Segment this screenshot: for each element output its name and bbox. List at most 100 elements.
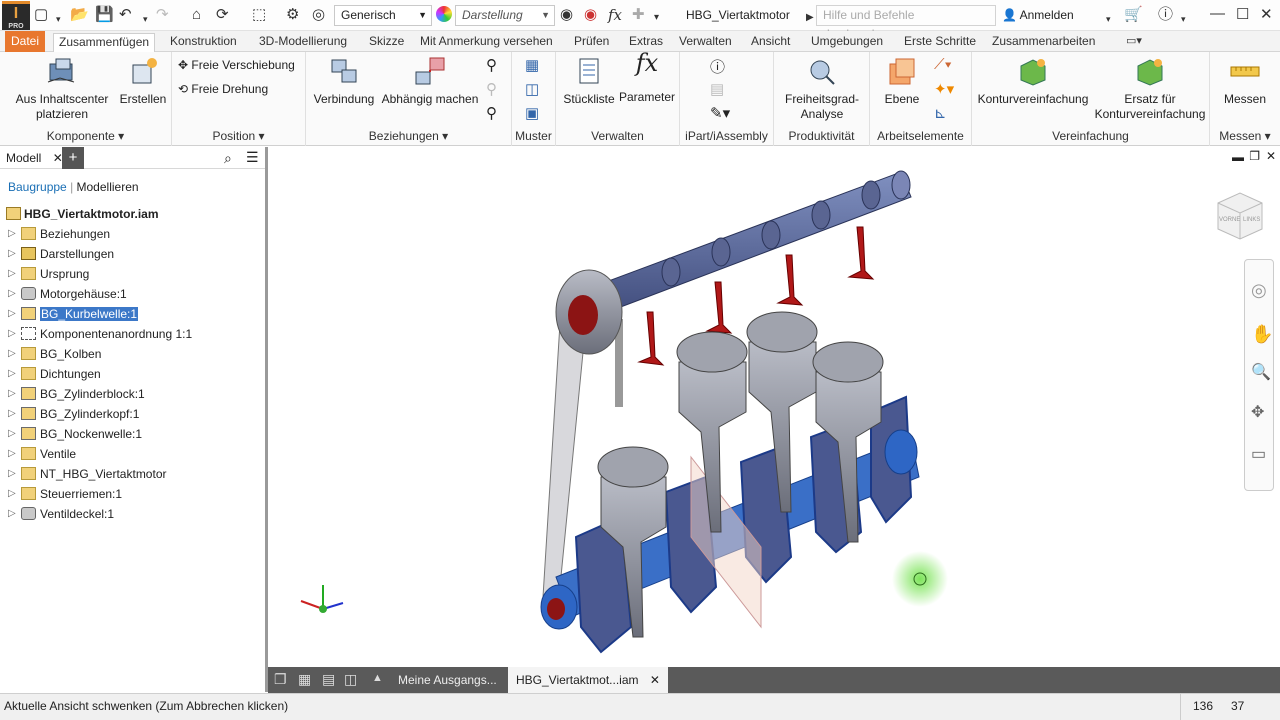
customize-qat-icon[interactable]: ▾ xyxy=(654,9,659,27)
vertical-split-icon[interactable]: ◫ xyxy=(344,671,357,688)
tree-node[interactable]: ▷ Beziehungen xyxy=(4,224,262,244)
help-search-input[interactable]: Hilfe und Befehle durchsuchen... xyxy=(816,5,996,41)
ipart-edit-icon[interactable]: ✎▾ xyxy=(710,104,730,122)
tree-root[interactable]: HBG_Viertaktmotor.iam xyxy=(4,204,262,224)
tree-node[interactable]: ▷ Motorgehäuse:1 xyxy=(4,284,262,304)
tab-modell[interactable]: Modell ✕ xyxy=(6,151,63,165)
adjust-appearance-icon[interactable]: ◉ xyxy=(560,6,573,24)
expand-icon[interactable]: ▷ xyxy=(8,444,16,464)
look-at-icon[interactable]: ▭ xyxy=(1251,444,1266,464)
tree-node[interactable]: ▷ NT_HBG_Viertaktmotor xyxy=(4,464,262,484)
ipart-table-icon[interactable]: ▤ xyxy=(710,80,724,98)
expand-icon[interactable]: ▷ xyxy=(8,244,16,264)
new-dropdown-icon[interactable]: ▾ xyxy=(56,10,61,28)
appearance-globe-icon[interactable]: ◎ xyxy=(312,6,325,24)
viewcube[interactable]: VORNE LINKS xyxy=(1212,189,1266,243)
tile-icon[interactable]: ▦ xyxy=(298,671,311,688)
expand-icon[interactable]: ▷ xyxy=(8,504,16,524)
ipart-info-icon[interactable]: ⓘ xyxy=(710,56,725,77)
assembly-view-link[interactable]: Baugruppe xyxy=(8,180,67,194)
measure-button[interactable]: Messen xyxy=(1218,56,1272,107)
work-plane-button[interactable]: Ebene xyxy=(878,56,926,107)
expand-icon[interactable]: ▷ xyxy=(8,384,16,404)
add-browser-button[interactable]: + xyxy=(62,147,84,169)
redo-icon[interactable]: ↷ xyxy=(156,6,169,24)
expand-icon[interactable]: ▷ xyxy=(8,264,16,284)
free-rotate-button[interactable]: ⟲ Freie Drehung xyxy=(178,82,268,96)
expand-icon[interactable]: ▷ xyxy=(8,364,16,384)
fx-icon[interactable]: fx xyxy=(608,6,622,24)
relations-icon[interactable]: ⚲ xyxy=(486,104,497,122)
doctab-home[interactable]: Meine Ausgangs... xyxy=(390,667,505,693)
place-from-content-center-button[interactable]: Aus Inhaltscenter platzieren xyxy=(12,56,112,122)
new-file-icon[interactable]: ▢ xyxy=(34,6,48,24)
select-icon[interactable]: ⬚ xyxy=(252,6,266,24)
work-axis-icon[interactable]: ⟋▾ xyxy=(934,56,952,73)
tab-anmerkung[interactable]: Mit Anmerkung versehen xyxy=(420,33,553,52)
doctab-active[interactable]: HBG_Viertaktmot...iam ✕ xyxy=(508,667,668,693)
shrinkwrap-button[interactable]: Konturvereinfachung xyxy=(974,56,1092,107)
graphics-window[interactable]: ▬ ❐ ✕ VORNE LINKS ◎ ✋ 🔍 ✥ ▭ xyxy=(271,147,1280,667)
tab-pruefen[interactable]: Prüfen xyxy=(574,33,609,52)
signin-button[interactable]: 👤 Anmelden xyxy=(1002,8,1074,22)
expand-icon[interactable]: ▷ xyxy=(8,484,16,504)
tab-erste-schritte[interactable]: Erste Schritte xyxy=(904,33,976,52)
pan-icon[interactable]: ✋ xyxy=(1251,324,1273,345)
expand-icon[interactable]: ▷ xyxy=(8,284,16,304)
panel-title-beziehungen[interactable]: Beziehungen ▾ xyxy=(306,128,511,144)
tree-node[interactable]: ▷ Ursprung xyxy=(4,264,262,284)
expand-icon[interactable]: ▷ xyxy=(8,324,16,344)
tree-node[interactable]: ▷ Ventildeckel:1 xyxy=(4,504,262,524)
tree-node[interactable]: ▷ BG_Zylinderblock:1 xyxy=(4,384,262,404)
parameters-button[interactable]: fx Parameter xyxy=(618,51,676,105)
tree-node[interactable]: ▷ BG_Kurbelwelle:1 xyxy=(4,304,262,324)
panel-title-komponente[interactable]: Komponente ▾ xyxy=(0,128,171,144)
save-icon[interactable]: 💾 xyxy=(95,6,114,24)
tab-konstruktion[interactable]: Konstruktion xyxy=(170,33,237,52)
tree-node[interactable]: ▷ BG_Nockenwelle:1 xyxy=(4,424,262,444)
create-component-button[interactable]: Erstellen xyxy=(118,56,168,107)
tree-node[interactable]: ▷ BG_Zylinderkopf:1 xyxy=(4,404,262,424)
orbit-icon[interactable]: ✥ xyxy=(1251,402,1264,422)
panel-title-messen[interactable]: Messen ▾ xyxy=(1210,128,1280,144)
expand-icon[interactable]: ▷ xyxy=(8,464,16,484)
help-icon[interactable]: ⓘ xyxy=(1158,6,1173,24)
mirror-icon[interactable]: ◫ xyxy=(525,80,539,98)
bom-button[interactable]: Stückliste xyxy=(560,56,618,107)
undo-icon[interactable]: ↶ xyxy=(119,6,132,24)
update-icon[interactable]: ⟳ xyxy=(216,6,229,24)
menu-icon[interactable]: ☰ xyxy=(246,149,259,166)
ucs-axis-icon[interactable]: ⊾ xyxy=(934,104,947,122)
tab-3d-modellierung[interactable]: 3D-Modellierung xyxy=(259,33,347,52)
parameters-icon[interactable]: ⚙ xyxy=(286,6,299,24)
expand-icon[interactable]: ▷ xyxy=(8,424,16,444)
cascade-icon[interactable]: ❐ xyxy=(274,671,287,688)
copy-icon[interactable]: ▣ xyxy=(525,104,539,122)
search-icon[interactable]: ⌕ xyxy=(224,150,232,167)
modeling-view-link[interactable]: Modellieren xyxy=(77,180,139,194)
constrain-button[interactable]: Abhängig machen xyxy=(378,56,482,107)
tree-node[interactable]: ▷ Ventile xyxy=(4,444,262,464)
tree-node[interactable]: ▷ Darstellungen xyxy=(4,244,262,264)
home-icon[interactable]: ⌂ xyxy=(192,6,201,24)
expand-icon[interactable]: ▷ xyxy=(8,344,16,364)
tab-umgebungen[interactable]: Umgebungen xyxy=(811,33,883,52)
dof-analysis-button[interactable]: Freiheitsgrad- Analyse xyxy=(780,56,864,122)
expand-icon[interactable]: ▷ xyxy=(8,304,16,324)
tab-verwalten[interactable]: Verwalten xyxy=(679,33,732,52)
tree-node[interactable]: ▷ Steuerriemen:1 xyxy=(4,484,262,504)
help-dropdown-icon[interactable]: ▾ xyxy=(1181,10,1186,28)
cart-icon[interactable]: 🛒 xyxy=(1124,6,1143,24)
tab-ansicht[interactable]: Ansicht xyxy=(751,33,790,52)
work-point-icon[interactable]: ✦▾ xyxy=(934,80,954,98)
inventor-logo-icon[interactable]: I PRO xyxy=(2,1,30,30)
free-move-button[interactable]: ✥ Freie Verschiebung xyxy=(178,58,295,72)
horizontal-split-icon[interactable]: ▤ xyxy=(322,671,335,688)
tree-node[interactable]: ▷ Dichtungen xyxy=(4,364,262,384)
undo-dropdown-icon[interactable]: ▾ xyxy=(143,10,148,28)
show-constraints-icon[interactable]: ⚲ xyxy=(486,56,497,74)
appearance-select[interactable]: Darstellung ▼ xyxy=(455,5,555,26)
minimize-icon[interactable]: — xyxy=(1210,5,1225,22)
panel-title-position[interactable]: Position ▾ xyxy=(172,128,305,144)
zoom-icon[interactable]: 🔍 xyxy=(1251,362,1271,382)
